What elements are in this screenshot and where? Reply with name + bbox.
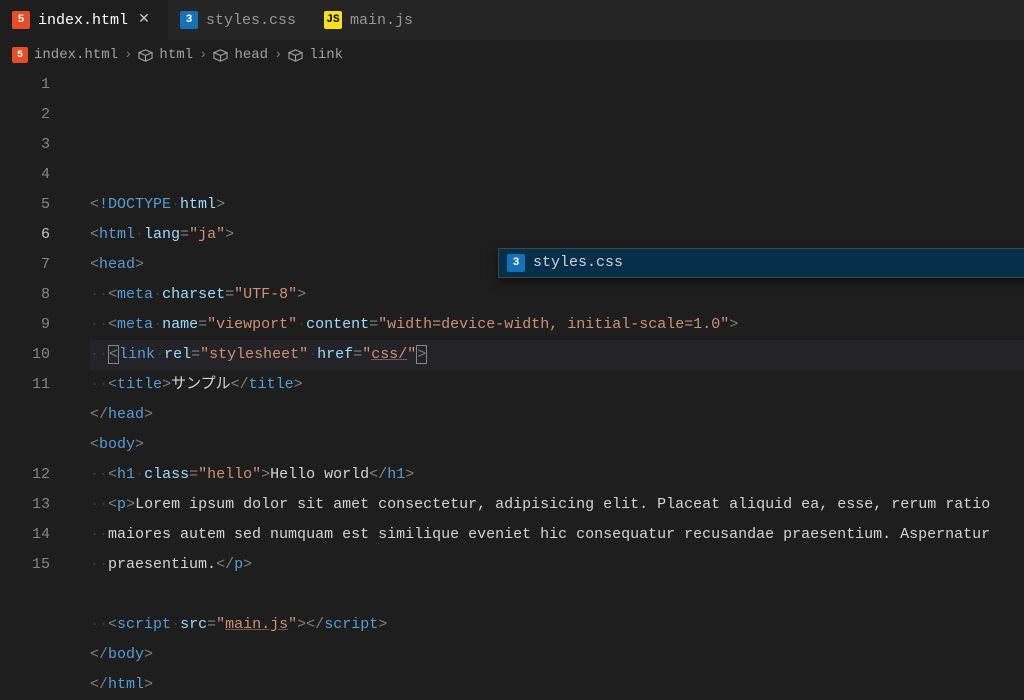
code-area[interactable]: 3 styles.css <!DOCTYPE·html><html·lang="… (70, 70, 1024, 558)
code-line[interactable]: <body> (90, 430, 1024, 460)
line-number: 3 (0, 130, 50, 160)
line-number (0, 400, 50, 430)
line-number: 14 (0, 520, 50, 550)
code-line[interactable]: ··maiores autem sed numquam est similiqu… (90, 520, 1024, 550)
code-line[interactable]: ··<title>サンプル</title> (90, 370, 1024, 400)
line-number-gutter: 123456789101112131415 (0, 70, 70, 558)
breadcrumb-separator: › (199, 47, 207, 63)
tab-label: main.js (350, 12, 413, 29)
js-icon: JS (324, 11, 342, 29)
suggestion-label: styles.css (533, 248, 623, 278)
editor-tab-html5[interactable]: 5 index.html ✕ (0, 0, 168, 40)
symbol-element-icon (138, 48, 153, 63)
line-number: 8 (0, 280, 50, 310)
suggestion-item[interactable]: 3 styles.css (499, 249, 1024, 277)
symbol-element-icon (288, 48, 303, 63)
breadcrumb-separator: › (124, 47, 132, 63)
line-number: 12 (0, 460, 50, 490)
code-line[interactable]: ··<script·src="main.js"></script> (90, 610, 1024, 640)
line-number: 6 (0, 220, 50, 250)
line-number: 13 (0, 490, 50, 520)
line-number: 9 (0, 310, 50, 340)
code-line[interactable]: ··<link·rel="stylesheet"·href="css/"> (90, 340, 1024, 370)
line-number: 10 (0, 340, 50, 370)
html5-icon: 5 (12, 47, 28, 63)
close-icon[interactable]: ✕ (136, 12, 152, 28)
line-number: 2 (0, 100, 50, 130)
css3-icon: 3 (180, 11, 198, 29)
html5-icon: 5 (12, 11, 30, 29)
code-line[interactable]: ··praesentium.</p> (90, 550, 1024, 580)
code-editor[interactable]: 123456789101112131415 3 styles.css <!DOC… (0, 70, 1024, 558)
breadcrumb[interactable]: 5 index.html › html › head › link (0, 40, 1024, 70)
line-number: 11 (0, 370, 50, 400)
line-number: 4 (0, 160, 50, 190)
code-line[interactable]: <!DOCTYPE·html> (90, 190, 1024, 220)
editor-tab-css3[interactable]: 3 styles.css (168, 0, 312, 40)
breadcrumb-file[interactable]: index.html (34, 47, 118, 63)
breadcrumb-part-link[interactable]: link (309, 47, 343, 63)
tab-label: styles.css (206, 12, 296, 29)
css3-icon: 3 (507, 254, 525, 272)
code-line[interactable]: ··<meta·charset="UTF-8"> (90, 280, 1024, 310)
code-line[interactable]: ··<p>Lorem ipsum dolor sit amet consecte… (90, 490, 1024, 520)
line-number: 1 (0, 70, 50, 100)
line-number (0, 430, 50, 460)
breadcrumb-part-html[interactable]: html (159, 47, 193, 63)
intellisense-popup[interactable]: 3 styles.css (498, 248, 1024, 278)
line-number: 15 (0, 550, 50, 580)
line-number: 5 (0, 190, 50, 220)
symbol-element-icon (213, 48, 228, 63)
breadcrumb-separator: › (274, 47, 282, 63)
code-line[interactable]: <html·lang="ja"> (90, 220, 1024, 250)
tab-label: index.html (38, 12, 128, 29)
line-number: 7 (0, 250, 50, 280)
code-line[interactable]: </head> (90, 400, 1024, 430)
breadcrumb-part-head[interactable]: head (234, 47, 268, 63)
code-line[interactable]: </body> (90, 640, 1024, 670)
editor-tabs: 5 index.html ✕ 3 styles.css JS main.js (0, 0, 1024, 40)
editor-tab-js[interactable]: JS main.js (312, 0, 429, 40)
code-line[interactable]: ··<h1·class="hello">Hello world</h1> (90, 460, 1024, 490)
code-line[interactable] (90, 580, 1024, 610)
code-line[interactable]: </html> (90, 670, 1024, 700)
code-line[interactable]: ··<meta·name="viewport"·content="width=d… (90, 310, 1024, 340)
